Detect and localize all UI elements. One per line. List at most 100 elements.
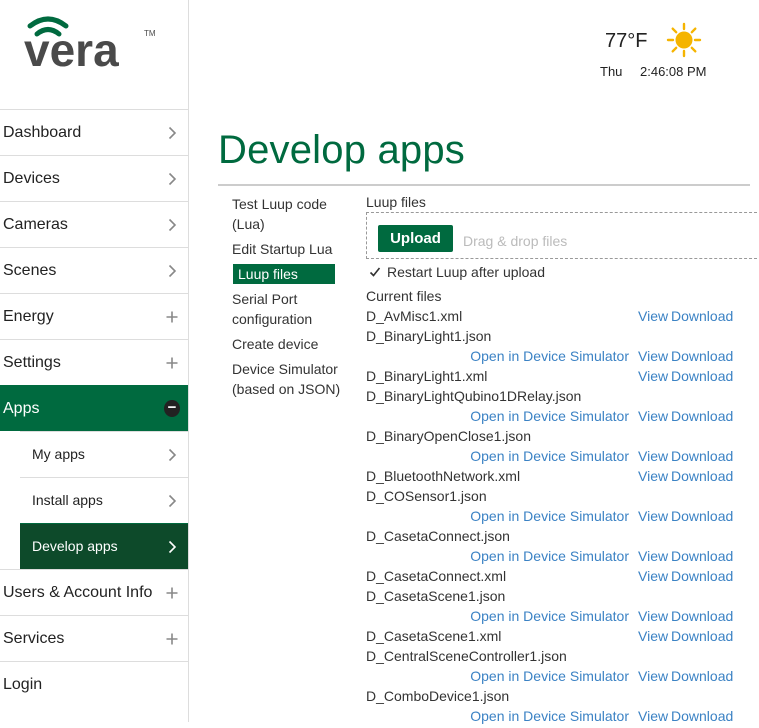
view-link[interactable]: View: [638, 508, 668, 524]
sidebar-item-label: Cameras: [3, 216, 68, 233]
open-in-simulator-link[interactable]: Open in Device Simulator: [470, 348, 629, 364]
download-link[interactable]: Download: [671, 608, 733, 624]
chevron-right-icon[interactable]: [164, 478, 180, 523]
download-link[interactable]: Download: [671, 308, 733, 324]
sidebar-item-settings[interactable]: Settings: [0, 339, 188, 385]
sidebar-item-label: Dashboard: [3, 124, 82, 141]
view-link[interactable]: View: [638, 308, 668, 324]
file-name: D_COSensor1.json: [366, 488, 487, 504]
temperature: 77°F: [605, 30, 648, 52]
sidebar-item-label: Scenes: [3, 262, 57, 279]
plus-icon[interactable]: [164, 616, 180, 661]
download-link[interactable]: Download: [671, 468, 733, 484]
plus-icon[interactable]: [164, 340, 180, 385]
download-link[interactable]: Download: [671, 408, 733, 424]
restart-luup-label: Restart Luup after upload: [387, 264, 545, 280]
sidebar-item-users-account-info[interactable]: Users & Account Info: [0, 569, 188, 615]
current-files-label: Current files: [366, 288, 442, 304]
sidebar-item-label: Users & Account Info: [3, 584, 153, 601]
file-row: D_BluetoothNetwork.xml View Download: [366, 468, 759, 488]
view-link[interactable]: View: [638, 548, 668, 564]
title-divider: [218, 184, 750, 186]
view-link[interactable]: View: [638, 348, 668, 364]
chevron-right-icon[interactable]: [164, 202, 180, 247]
sidebar-item-dashboard[interactable]: Dashboard: [0, 109, 188, 155]
open-in-simulator-link[interactable]: Open in Device Simulator: [470, 448, 629, 464]
svg-text:TM: TM: [144, 29, 156, 38]
download-link[interactable]: Download: [671, 368, 733, 384]
chevron-right-icon[interactable]: [164, 110, 180, 155]
download-link[interactable]: Download: [671, 628, 733, 644]
view-link[interactable]: View: [638, 628, 668, 644]
sidebar-item-develop-apps[interactable]: Develop apps: [20, 523, 188, 569]
chevron-right-icon[interactable]: [164, 432, 180, 477]
view-link[interactable]: View: [638, 368, 668, 384]
submenu-serial-port-configuration[interactable]: Serial Port configuration: [232, 289, 342, 329]
file-name: D_BinaryOpenClose1.json: [366, 428, 531, 444]
file-row: D_CasetaConnect.xml View Download: [366, 568, 759, 588]
sidebar-item-scenes[interactable]: Scenes: [0, 247, 188, 293]
plus-icon[interactable]: [164, 570, 180, 615]
open-in-simulator-link[interactable]: Open in Device Simulator: [470, 508, 629, 524]
view-link[interactable]: View: [638, 568, 668, 584]
upload-button[interactable]: Upload: [378, 225, 453, 252]
view-link[interactable]: View: [638, 448, 668, 464]
submenu-device-simulator-based-on-json[interactable]: Device Simulator (based on JSON): [232, 359, 342, 399]
file-row: D_CasetaScene1.json Open in Device Simula…: [366, 588, 759, 628]
minus-circle-icon[interactable]: −: [164, 386, 180, 431]
sidebar-item-cameras[interactable]: Cameras: [0, 201, 188, 247]
sidebar-nav: Dashboard Devices Cameras Scenes Energy Setti…: [0, 109, 188, 707]
sidebar-item-apps[interactable]: Apps −: [0, 385, 188, 431]
open-in-simulator-link[interactable]: Open in Device Simulator: [470, 408, 629, 424]
view-link[interactable]: View: [638, 608, 668, 624]
sidebar-item-energy[interactable]: Energy: [0, 293, 188, 339]
vera-logo[interactable]: vera TM: [24, 14, 164, 76]
download-link[interactable]: Download: [671, 348, 733, 364]
file-row: D_CentralSceneController1.json Open in De…: [366, 648, 759, 688]
view-link[interactable]: View: [638, 408, 668, 424]
view-link[interactable]: View: [638, 668, 668, 684]
submenu-edit-startup-lua[interactable]: Edit Startup Lua: [232, 239, 342, 259]
download-link[interactable]: Download: [671, 548, 733, 564]
chevron-right-icon[interactable]: [164, 524, 180, 569]
file-name: D_CentralSceneController1.json: [366, 648, 567, 664]
sidebar-item-login[interactable]: Login: [0, 661, 188, 707]
sidebar-item-install-apps[interactable]: Install apps: [20, 477, 188, 523]
submenu-test-luup-code-lua[interactable]: Test Luup code (Lua): [232, 194, 342, 234]
file-name: D_CasetaScene1.json: [366, 588, 506, 604]
file-row: D_CasetaConnect.json Open in Device Simul…: [366, 528, 759, 568]
submenu-create-device[interactable]: Create device: [232, 334, 342, 354]
sidebar-item-my-apps[interactable]: My apps: [20, 431, 188, 477]
submenu-luup-files[interactable]: Luup files: [233, 264, 335, 284]
download-link[interactable]: Download: [671, 668, 733, 684]
file-row: D_ComboDevice1.json Open in Device Simula…: [366, 688, 759, 728]
chevron-right-icon[interactable]: [164, 248, 180, 293]
restart-luup-checkbox[interactable]: Restart Luup after upload: [368, 264, 545, 280]
checkmark-icon[interactable]: [368, 265, 382, 279]
plus-icon[interactable]: [164, 294, 180, 339]
sidebar-item-label: Energy: [3, 308, 54, 325]
sidebar-item-label: Settings: [3, 354, 61, 371]
upload-dropzone[interactable]: Upload Drag & drop files: [366, 212, 757, 259]
file-name: D_ComboDevice1.json: [366, 688, 510, 704]
chevron-right-icon[interactable]: [164, 156, 180, 201]
file-name: D_BinaryLight1.xml: [366, 368, 488, 384]
open-in-simulator-link[interactable]: Open in Device Simulator: [470, 548, 629, 564]
day-label: Thu: [600, 64, 623, 79]
file-name: D_BinaryLightQubino1DRelay.json: [366, 388, 582, 404]
svg-text:vera: vera: [24, 24, 119, 74]
file-name: D_CasetaConnect.json: [366, 528, 510, 544]
open-in-simulator-link[interactable]: Open in Device Simulator: [470, 668, 629, 684]
open-in-simulator-link[interactable]: Open in Device Simulator: [470, 608, 629, 624]
sidebar-item-label: Devices: [3, 170, 60, 187]
download-link[interactable]: Download: [671, 448, 733, 464]
sidebar-item-label: My apps: [32, 446, 85, 462]
sidebar-item-services[interactable]: Services: [0, 615, 188, 661]
view-link[interactable]: View: [638, 468, 668, 484]
sidebar-item-devices[interactable]: Devices: [0, 155, 188, 201]
download-link[interactable]: Download: [671, 508, 733, 524]
sidebar-item-label: Apps: [3, 400, 40, 417]
sidebar-item-label: Login: [3, 676, 43, 693]
develop-submenu: Test Luup code (Lua) Edit Startup Lua Luup…: [232, 194, 342, 404]
download-link[interactable]: Download: [671, 568, 733, 584]
